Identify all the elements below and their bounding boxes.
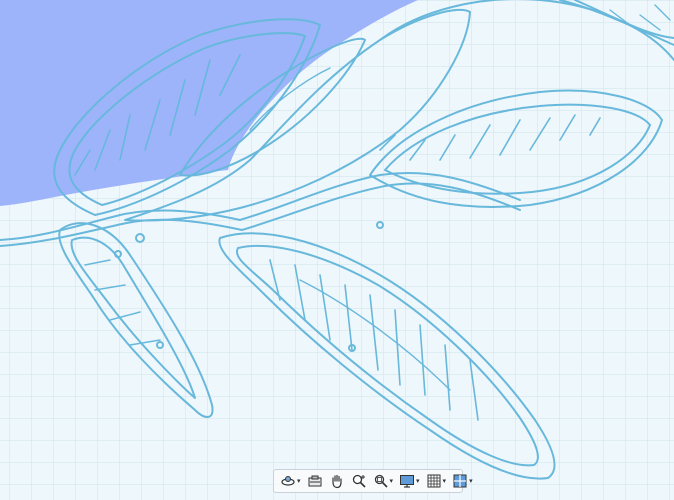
zoom-window-icon	[374, 474, 388, 488]
grid-settings-button[interactable]: ▾	[424, 471, 449, 491]
zoom-button[interactable]	[349, 471, 369, 491]
display-settings-icon	[400, 475, 415, 488]
orbit-icon	[281, 476, 295, 486]
drawing-canvas[interactable]	[0, 0, 674, 500]
zoom-window-dropdown-caret[interactable]: ▾	[390, 477, 394, 485]
display-settings-dropdown-caret[interactable]: ▾	[416, 477, 420, 485]
viewports-button[interactable]: ▾	[450, 471, 475, 491]
pan-button[interactable]	[327, 471, 347, 491]
zoom-window-button[interactable]: ▾	[371, 471, 396, 491]
grid-settings-icon	[427, 474, 441, 488]
orbit-button[interactable]: ▾	[278, 471, 303, 491]
viewports-dropdown-caret[interactable]: ▾	[469, 477, 473, 485]
pan-hand-icon	[331, 474, 342, 489]
sketch-view	[0, 0, 674, 500]
viewports-icon	[453, 474, 467, 488]
look-at-icon	[308, 475, 322, 487]
navigation-toolbar: ▾ ▾ ▾ ▾ ▾	[273, 469, 473, 493]
grid-settings-dropdown-caret[interactable]: ▾	[443, 477, 447, 485]
zoom-icon	[352, 474, 366, 488]
look-at-button[interactable]	[305, 471, 325, 491]
orbit-dropdown-caret[interactable]: ▾	[297, 477, 301, 485]
display-settings-button[interactable]: ▾	[397, 471, 422, 491]
